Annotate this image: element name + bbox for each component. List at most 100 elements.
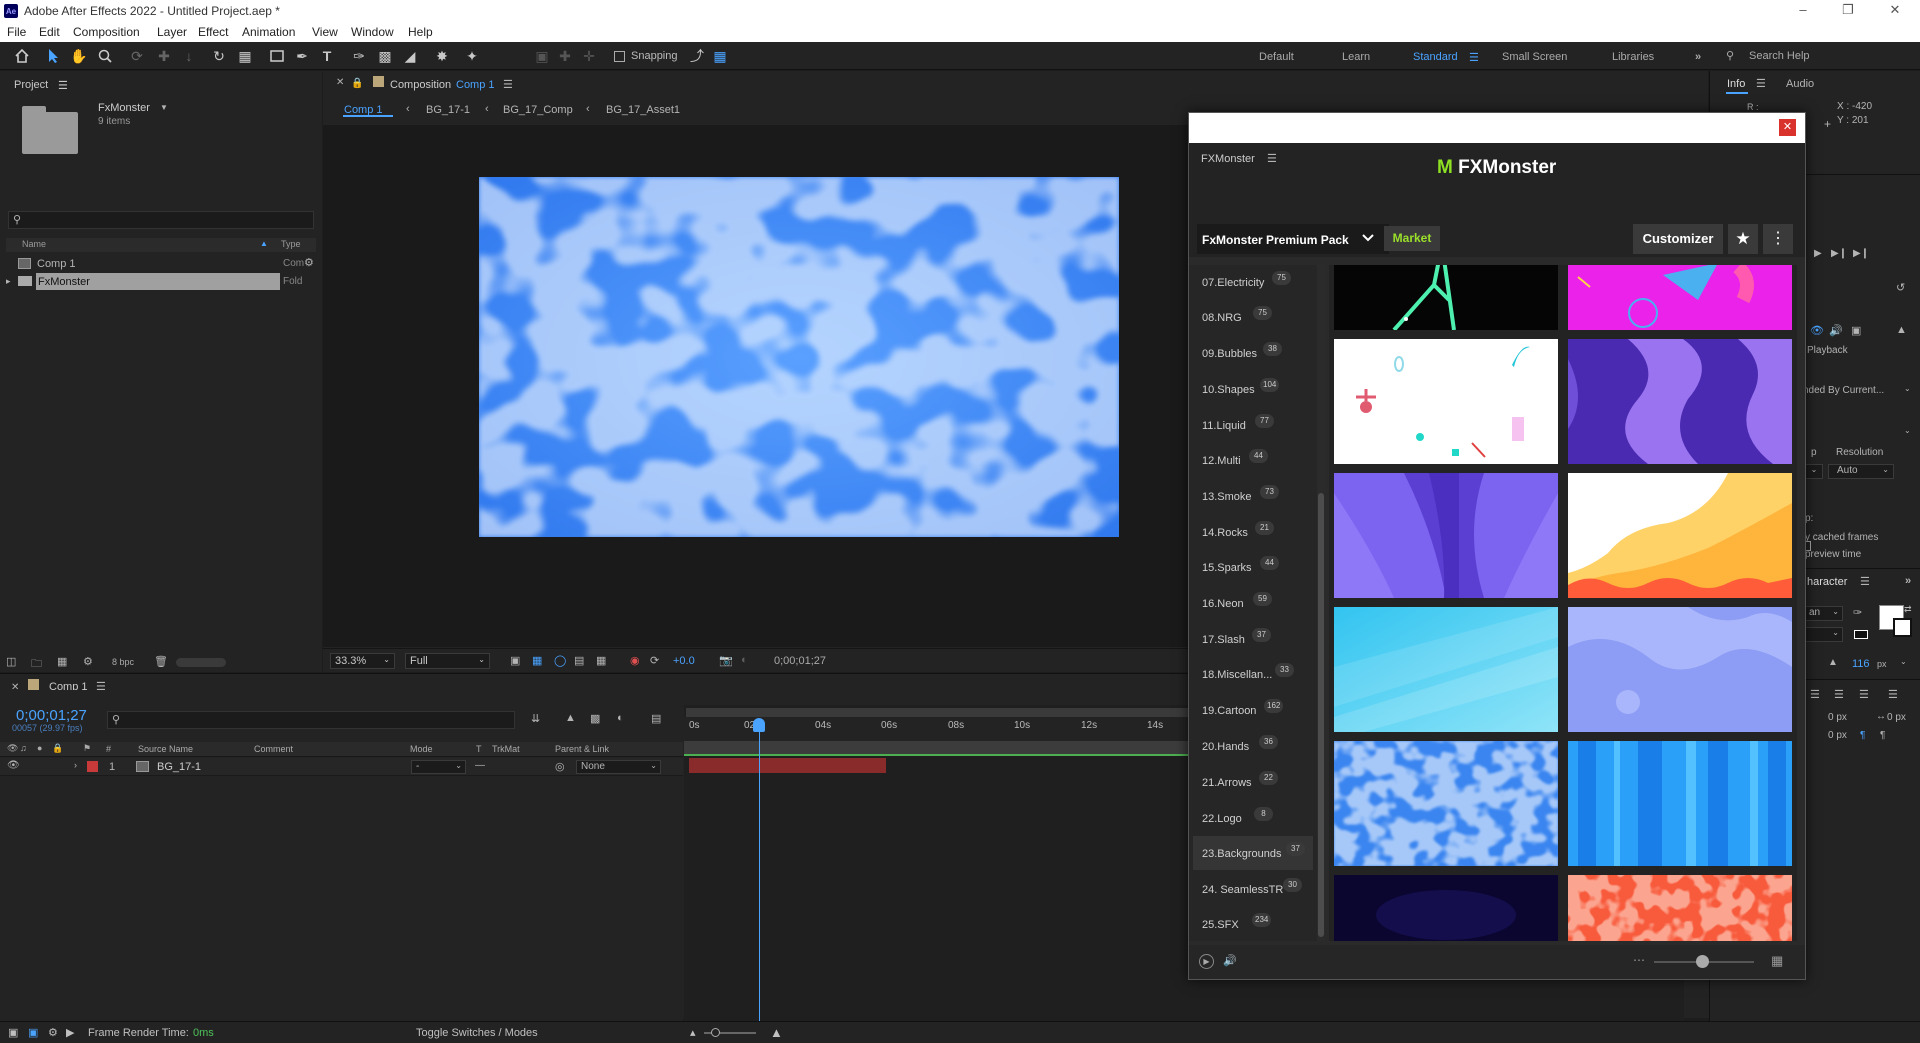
composition-tab-prefix[interactable]: Composition [390, 79, 451, 91]
stroke-color-swatch[interactable] [1893, 618, 1912, 637]
new-composition-icon[interactable]: ▦ [57, 655, 67, 668]
preset-thumbnail-cyan-gradient[interactable] [1334, 607, 1558, 732]
info-tab[interactable]: Info [1727, 78, 1745, 90]
comp-current-time[interactable]: 0;00;01;27 [774, 655, 826, 667]
category-item[interactable]: 14.Rocks 21 [1193, 515, 1313, 549]
lock-switch-icon[interactable]: 🔒 [52, 743, 63, 754]
category-item[interactable]: 24. SeamlessTR 30 [1193, 872, 1313, 906]
preset-thumbnail-electric[interactable] [1334, 265, 1558, 330]
close-window-icon[interactable]: ✕ [1872, 2, 1918, 20]
visibility-icon[interactable]: 👁 [7, 760, 20, 771]
more-workspaces-icon[interactable]: » [1695, 51, 1701, 63]
menu-window[interactable]: Window [351, 25, 394, 39]
shy-layers-icon[interactable]: ▩ [590, 712, 600, 725]
character-tab[interactable]: haracter [1807, 576, 1847, 588]
indent-left-value[interactable]: 0 px [1828, 712, 1847, 723]
layer-duration-bar[interactable] [689, 758, 886, 773]
category-item[interactable]: 19.Cartoon 162 [1193, 693, 1313, 727]
roto-brush-icon[interactable]: ✸ [433, 47, 451, 65]
parent-dropdown[interactable]: None ⌄ [576, 760, 661, 774]
channel-icon[interactable]: ▦ [596, 654, 606, 667]
align-center-icon[interactable]: ☰ [1834, 688, 1844, 701]
workspace-menu-icon[interactable]: ☰ [1469, 51, 1479, 64]
category-item[interactable]: 22.Logo 8 [1193, 801, 1313, 835]
more-options-icon[interactable]: ⋮ [1763, 224, 1793, 254]
frame-blending-icon[interactable]: ◐ [617, 712, 624, 724]
magnification-dropdown[interactable]: 33.3% ⌄ [330, 653, 395, 669]
new-folder-icon[interactable]: 🗀 [31, 655, 42, 674]
preset-thumbnail-orange-flames[interactable] [1568, 473, 1792, 598]
audio-preview-icon[interactable]: 🔊 [1829, 324, 1843, 337]
workspace-standard[interactable]: Standard [1413, 51, 1458, 63]
rotation-tool-icon[interactable]: ↻ [210, 47, 228, 65]
brush-tool-icon[interactable]: ✑ [350, 47, 368, 65]
eyedropper-icon[interactable]: ✑ [1853, 606, 1862, 619]
rectangle-tool-icon[interactable] [268, 47, 286, 65]
timeline-current-time[interactable]: 0;00;01;27 [16, 707, 87, 724]
menu-help[interactable]: Help [408, 25, 433, 39]
zoom-out-icon[interactable]: ▴ [690, 1026, 696, 1039]
dolly-tool-icon[interactable]: ↓ [180, 47, 198, 65]
category-item[interactable]: 07.Electricity 75 [1193, 265, 1313, 299]
workspace-learn[interactable]: Learn [1342, 51, 1370, 63]
flowchart-icon[interactable]: ⚙ [304, 256, 314, 269]
column-t[interactable]: T [476, 744, 482, 754]
column-mode[interactable]: Mode [410, 744, 433, 754]
composition-tab-name[interactable]: Comp 1 [456, 79, 495, 91]
expand-arrow-icon[interactable]: › [74, 760, 77, 770]
preset-thumbnail-blue-stripes[interactable] [1568, 741, 1792, 866]
menu-effect[interactable]: Effect [198, 25, 228, 39]
justify-icon[interactable]: ☰ [1888, 688, 1898, 701]
column-source-name[interactable]: Source Name [138, 744, 193, 754]
category-item[interactable]: 16.Neon 59 [1193, 586, 1313, 620]
parent-pickwhip-icon[interactable]: ◎ [555, 760, 565, 773]
snap-options-icon[interactable]: ⤴ [688, 47, 706, 65]
selection-tool-icon[interactable] [45, 47, 63, 65]
graph-icon[interactable]: ⚙ [48, 1026, 58, 1039]
label-column-icon[interactable]: ⚑ [83, 743, 91, 754]
preview-resolution-dropdown[interactable]: Auto ⌄ [1828, 464, 1894, 479]
video-switch-icon[interactable]: 👁 [7, 743, 18, 754]
snapping-checkbox[interactable] [614, 51, 625, 62]
puppet-pin-icon[interactable]: ✦ [463, 47, 481, 65]
workspace-default[interactable]: Default [1259, 51, 1294, 63]
solo-switch-icon[interactable]: ● [37, 743, 42, 753]
column-comment[interactable]: Comment [254, 744, 293, 754]
play-icon[interactable]: ▶ [1814, 248, 1822, 259]
snapshot-icon[interactable]: 📷 [719, 654, 733, 667]
character-panel-menu-icon[interactable]: ☰ [1860, 575, 1870, 588]
layer-row[interactable]: 👁 › 1 BG_17-1 - ⌄ — ◎ None ⌄ [0, 758, 683, 776]
preset-thumbnail-shapes-white[interactable] [1334, 339, 1558, 464]
project-search-input[interactable]: ⚲ [8, 211, 314, 229]
expand-panel-icon[interactable]: » [1905, 575, 1911, 587]
column-trkmat[interactable]: TrkMat [492, 744, 520, 754]
menu-file[interactable]: File [7, 25, 26, 39]
orbit-tool-icon[interactable]: ⟳ [128, 47, 146, 65]
font-style-dropdown[interactable]: ⌄ [1805, 627, 1843, 642]
preset-thumbnail-water-caustics[interactable] [1334, 741, 1558, 866]
info-panel-menu-icon[interactable]: ☰ [1756, 77, 1766, 90]
selected-item-dropdown-icon[interactable]: ▼ [160, 103, 168, 112]
eraser-tool-icon[interactable]: ◢ [401, 47, 419, 65]
preset-thumbnail-red-coral[interactable] [1568, 875, 1792, 941]
pack-selector[interactable]: FxMonster Premium Pack [1197, 224, 1389, 254]
preset-thumbnail-purple-smoke[interactable] [1568, 339, 1792, 464]
swap-colors-icon[interactable]: ⇄ [1904, 604, 1912, 615]
menu-edit[interactable]: Edit [39, 25, 60, 39]
draft-3d-icon[interactable]: ▲ [565, 712, 576, 724]
delete-icon[interactable]: 🗑 [154, 655, 168, 668]
expand-arrow-icon[interactable]: ▸ [6, 276, 11, 287]
overlay-icon[interactable]: ▣ [1851, 324, 1861, 337]
workspace-libraries[interactable]: Libraries [1612, 51, 1654, 63]
preset-thumbnail-blue-blobs[interactable] [1568, 607, 1792, 732]
market-button[interactable]: Market [1384, 226, 1440, 251]
workspace-small-screen[interactable]: Small Screen [1502, 51, 1567, 63]
sort-ascending-icon[interactable]: ▲ [260, 239, 268, 248]
project-panel-menu-icon[interactable]: ☰ [58, 79, 68, 92]
category-scrollbar-thumb[interactable] [1318, 493, 1324, 937]
chevron-down-icon[interactable]: ⌄ [1904, 426, 1911, 435]
bit-depth[interactable]: 8 bpc [112, 657, 134, 667]
category-item[interactable]: 12.Multi 44 [1193, 443, 1313, 477]
resolution-dropdown[interactable]: Full ⌄ [405, 653, 490, 669]
close-icon[interactable]: ✕ [1779, 119, 1796, 136]
